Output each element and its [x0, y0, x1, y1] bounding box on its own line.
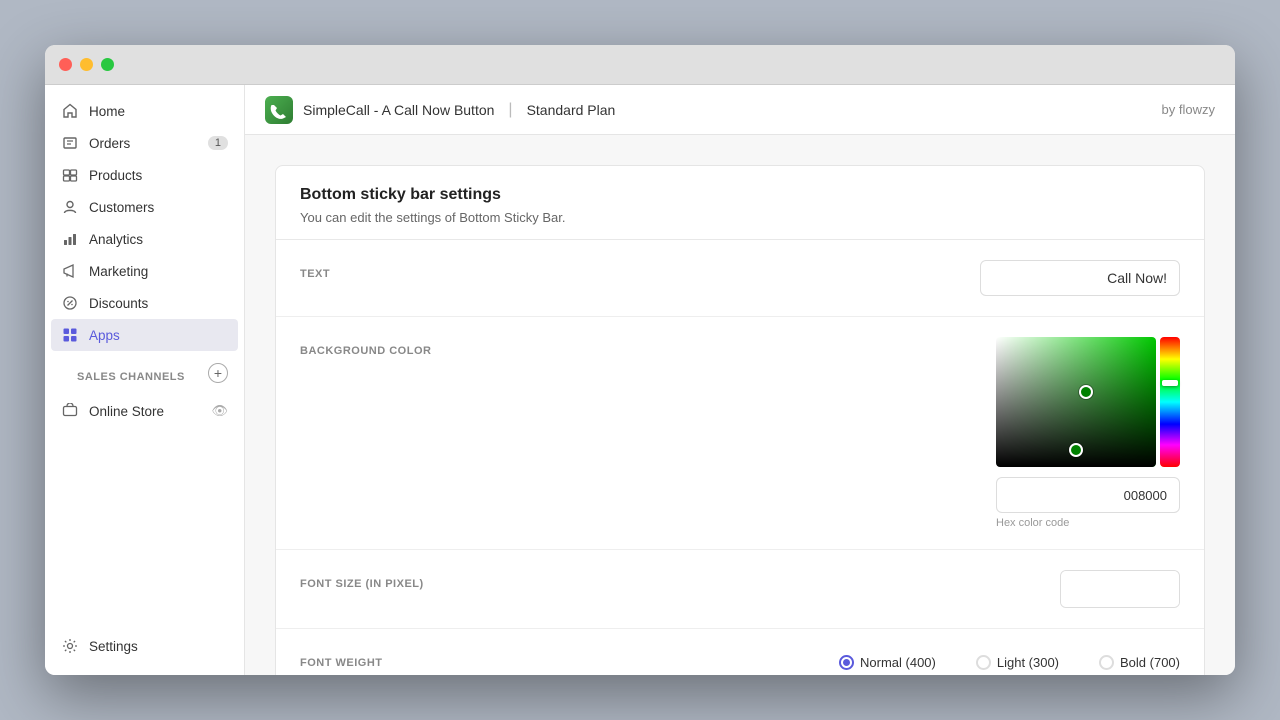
- settings-card: Bottom sticky bar settings You can edit …: [275, 165, 1205, 675]
- font-size-row: FONT SIZE (IN PIXEL) ▲ ▼: [276, 550, 1204, 629]
- text-input[interactable]: [980, 260, 1180, 296]
- close-button[interactable]: [59, 58, 72, 71]
- font-size-input[interactable]: [1061, 571, 1180, 607]
- sidebar: Home Orders 1: [45, 85, 245, 675]
- orders-icon: [61, 134, 79, 152]
- content-area: Bottom sticky bar settings You can edit …: [245, 135, 1235, 675]
- radio-bold[interactable]: Bold (700): [1099, 655, 1180, 670]
- sidebar-item-discounts[interactable]: Discounts: [45, 287, 244, 319]
- radio-light-circle: [976, 655, 991, 670]
- radio-normal-circle: [839, 655, 854, 670]
- sidebar-item-settings[interactable]: Settings: [45, 627, 244, 665]
- font-size-input-wrap: ▲ ▼: [1060, 570, 1180, 608]
- topbar-title: SimpleCall - A Call Now Button: [303, 102, 494, 118]
- sidebar-item-analytics[interactable]: Analytics: [45, 223, 244, 255]
- sidebar-item-orders-label: Orders: [89, 136, 130, 151]
- color-picker-visual: [996, 337, 1180, 467]
- radio-light[interactable]: Light (300): [976, 655, 1059, 670]
- sidebar-item-products[interactable]: Products: [45, 159, 244, 191]
- text-control: [980, 260, 1180, 296]
- main-content: SimpleCall - A Call Now Button | Standar…: [245, 85, 1235, 675]
- card-title: Bottom sticky bar settings: [300, 186, 1180, 204]
- font-weight-row: FONT WEIGHT Normal (400): [276, 629, 1204, 675]
- text-row: TEXT: [276, 240, 1204, 317]
- background-color-label: BACKGROUND COLOR: [300, 337, 996, 357]
- color-gradient-thumb-bottom: [1069, 443, 1083, 457]
- radio-normal-dot: [843, 659, 850, 666]
- color-picker: Hex color code: [996, 337, 1180, 529]
- sidebar-item-customers-label: Customers: [89, 200, 154, 215]
- topbar-plan: Standard Plan: [527, 102, 616, 118]
- sales-channels-label: SALES CHANNELS: [61, 357, 201, 389]
- font-size-label: FONT SIZE (IN PIXEL): [300, 570, 1060, 590]
- orders-badge: 1: [208, 136, 228, 150]
- sidebar-item-apps-label: Apps: [89, 328, 120, 343]
- radio-bold-label: Bold (700): [1120, 655, 1180, 670]
- hue-slider[interactable]: [1160, 337, 1180, 467]
- settings-icon: [61, 637, 79, 655]
- online-store-visibility-icon[interactable]: 👁: [211, 403, 228, 419]
- font-size-control: ▲ ▼: [1060, 570, 1180, 608]
- background-color-row: BACKGROUND COLOR: [276, 317, 1204, 550]
- titlebar: [45, 45, 1235, 85]
- maximize-button[interactable]: [101, 58, 114, 71]
- card-header: Bottom sticky bar settings You can edit …: [276, 166, 1204, 240]
- color-gradient-picker[interactable]: [996, 337, 1156, 467]
- font-weight-label: FONT WEIGHT: [300, 649, 839, 669]
- add-sales-channel-button[interactable]: +: [208, 363, 228, 383]
- topbar-divider: |: [508, 101, 512, 119]
- traffic-lights: [59, 58, 114, 71]
- radio-bold-circle: [1099, 655, 1114, 670]
- hue-thumb: [1162, 380, 1178, 386]
- sidebar-item-online-store-label: Online Store: [89, 404, 201, 419]
- analytics-icon: [61, 230, 79, 248]
- sidebar-item-settings-label: Settings: [89, 639, 138, 654]
- sidebar-item-analytics-label: Analytics: [89, 232, 143, 247]
- home-icon: [61, 102, 79, 120]
- app-window: Home Orders 1: [45, 45, 1235, 675]
- topbar-by: by flowzy: [1162, 102, 1215, 117]
- minimize-button[interactable]: [80, 58, 93, 71]
- hex-input-row: Hex color code: [996, 477, 1180, 529]
- topbar-left: SimpleCall - A Call Now Button | Standar…: [265, 96, 615, 124]
- font-weight-radio-group: Normal (400) Light (300) Bold (700): [839, 649, 1180, 670]
- marketing-icon: [61, 262, 79, 280]
- products-icon: [61, 166, 79, 184]
- sidebar-item-marketing[interactable]: Marketing: [45, 255, 244, 287]
- discounts-icon: [61, 294, 79, 312]
- color-gradient-thumb: [1079, 385, 1093, 399]
- card-subtitle: You can edit the settings of Bottom Stic…: [300, 210, 1180, 225]
- app-body: Home Orders 1: [45, 85, 1235, 675]
- sales-channels-header: SALES CHANNELS +: [45, 351, 244, 395]
- sidebar-item-marketing-label: Marketing: [89, 264, 148, 279]
- app-icon: [265, 96, 293, 124]
- radio-normal[interactable]: Normal (400): [839, 655, 936, 670]
- sidebar-item-home[interactable]: Home: [45, 95, 244, 127]
- sidebar-item-discounts-label: Discounts: [89, 296, 148, 311]
- font-weight-control: Normal (400) Light (300) Bold (700): [839, 649, 1180, 670]
- apps-icon: [61, 326, 79, 344]
- hex-hint: Hex color code: [996, 517, 1069, 529]
- radio-light-label: Light (300): [997, 655, 1059, 670]
- customers-icon: [61, 198, 79, 216]
- hex-color-input[interactable]: [996, 477, 1180, 513]
- sidebar-item-customers[interactable]: Customers: [45, 191, 244, 223]
- sidebar-item-products-label: Products: [89, 168, 142, 183]
- sidebar-item-online-store[interactable]: Online Store 👁: [45, 395, 244, 427]
- sidebar-item-orders[interactable]: Orders 1: [45, 127, 244, 159]
- text-label: TEXT: [300, 260, 980, 280]
- sidebar-item-home-label: Home: [89, 104, 125, 119]
- radio-normal-label: Normal (400): [860, 655, 936, 670]
- sidebar-item-apps[interactable]: Apps: [51, 319, 238, 351]
- topbar: SimpleCall - A Call Now Button | Standar…: [245, 85, 1235, 135]
- online-store-icon: [61, 402, 79, 420]
